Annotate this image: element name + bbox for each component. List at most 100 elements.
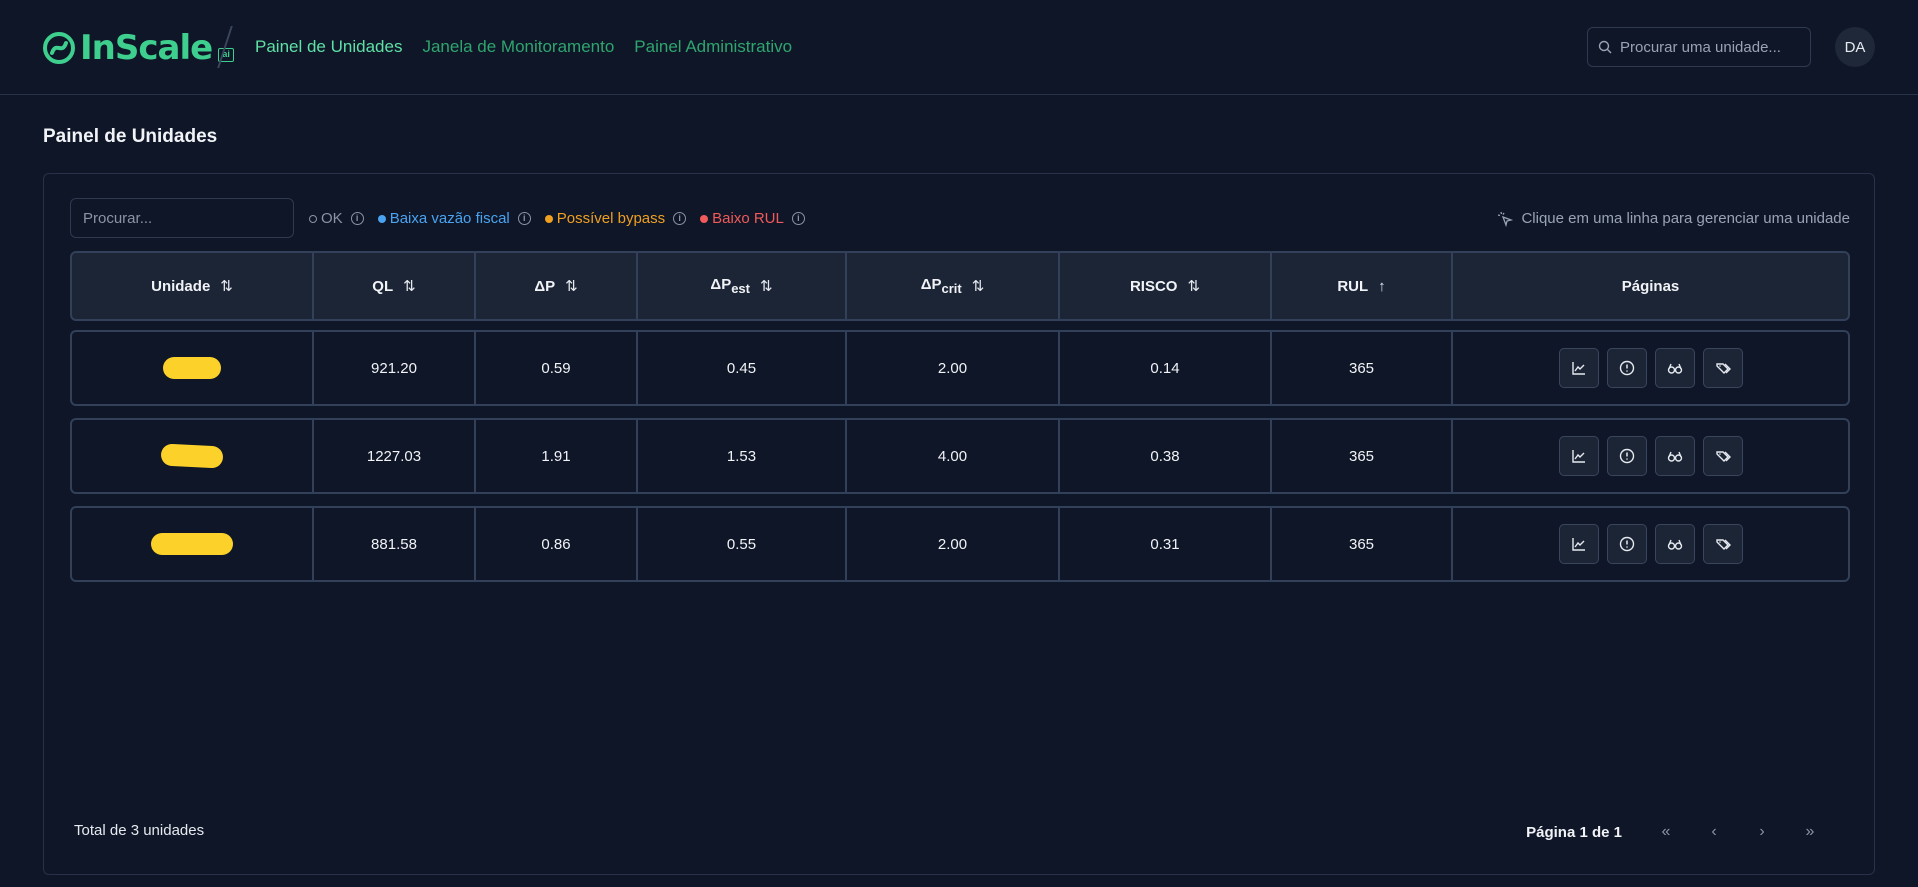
status-dot (700, 214, 709, 223)
cell-ql: 881.58 (314, 508, 476, 580)
nav-painel-administrativo[interactable]: Painel Administrativo (634, 37, 792, 57)
next-page-button[interactable]: › (1738, 816, 1786, 848)
status-dot (377, 214, 386, 223)
cell-rul: 365 (1272, 332, 1453, 404)
alert-circle-icon (1619, 360, 1634, 376)
info-icon[interactable]: i (517, 212, 531, 225)
col-label: Unidade (151, 277, 211, 295)
redacted-unit-name (160, 443, 224, 469)
col-dp-crit[interactable]: ΔPcrit ⇅ (847, 253, 1060, 319)
col-label-main: ΔP (920, 276, 942, 293)
page-title: Painel de Unidades (43, 126, 218, 147)
table-header: Unidade ⇅ QL ⇅ ΔP ⇅ ΔPest ⇅ ΔPcrit ⇅ RISCO ⇅ R… (70, 251, 1850, 321)
chart-icon (1571, 538, 1585, 551)
tags-page-button[interactable] (1702, 348, 1743, 388)
chevrons-right-icon: » (1805, 823, 1815, 840)
info-icon[interactable]: i (673, 212, 687, 225)
legend-label: Possível bypass (556, 210, 666, 227)
cell-risco: 0.14 (1060, 332, 1272, 404)
unit-search (1587, 27, 1811, 67)
cell-rul: 365 (1272, 508, 1453, 580)
glasses-icon (1667, 363, 1682, 374)
tags-icon (1715, 451, 1731, 462)
alert-page-button[interactable] (1606, 436, 1647, 476)
chevron-right-icon: › (1759, 823, 1765, 840)
glasses-icon (1667, 539, 1682, 550)
cell-ql: 921.20 (314, 332, 476, 404)
chart-page-button[interactable] (1558, 524, 1599, 564)
col-ql[interactable]: QL ⇅ (314, 253, 476, 319)
unit-search-input[interactable] (1620, 38, 1800, 56)
col-dp[interactable]: ΔP ⇅ (476, 253, 638, 319)
hint-text: Clique em uma linha para gerenciar uma u… (1521, 210, 1850, 227)
user-avatar[interactable]: DA (1835, 27, 1875, 67)
row-actions (1558, 524, 1743, 564)
brand-name: InScale (80, 28, 213, 68)
first-page-button[interactable]: « (1642, 816, 1690, 848)
search-icon (1598, 40, 1612, 54)
legend-possivel-bypass[interactable]: Possível bypass i (544, 210, 687, 227)
legend-label: Baixa vazão fiscal (389, 210, 510, 227)
alert-circle-icon (1619, 536, 1634, 552)
info-icon[interactable]: i (791, 212, 805, 225)
cell-dp-est: 1.53 (638, 420, 847, 492)
col-label: RUL (1337, 277, 1369, 295)
alert-circle-icon (1619, 448, 1634, 464)
inspect-page-button[interactable] (1654, 348, 1695, 388)
brand-logo[interactable]: InScale ai (42, 28, 235, 68)
col-label: Páginas (1621, 277, 1680, 295)
col-unidade[interactable]: Unidade ⇅ (72, 253, 314, 319)
cell-dp-est: 0.45 (638, 332, 847, 404)
sort-asc-icon: ↑ (1378, 277, 1386, 295)
table-row[interactable]: 881.58 0.86 0.55 2.00 0.31 365 (70, 506, 1850, 582)
cell-paginas (1453, 508, 1848, 580)
tags-page-button[interactable] (1702, 524, 1743, 564)
chart-page-button[interactable] (1558, 348, 1599, 388)
cell-unidade (72, 332, 314, 404)
cell-dp: 1.91 (476, 420, 638, 492)
alert-page-button[interactable] (1606, 348, 1647, 388)
nav-janela-monitoramento[interactable]: Janela de Monitoramento (422, 37, 614, 57)
sort-icon: ⇅ (565, 278, 578, 295)
cell-dp-crit: 2.00 (847, 332, 1060, 404)
cell-dp: 0.59 (476, 332, 638, 404)
col-risco[interactable]: RISCO ⇅ (1060, 253, 1272, 319)
row-click-hint: Clique em uma linha para gerenciar uma u… (1497, 210, 1850, 227)
redacted-unit-name (151, 533, 233, 555)
info-icon[interactable]: i (350, 212, 364, 225)
chart-page-button[interactable] (1558, 436, 1599, 476)
status-dot (544, 214, 553, 223)
status-legend: OK i Baixa vazão fiscal i Possível bypas… (309, 210, 805, 227)
col-dp-est[interactable]: ΔPest ⇅ (638, 253, 847, 319)
tags-icon (1715, 539, 1731, 550)
top-bar: InScale ai Painel de Unidades Janela de … (0, 0, 1918, 95)
cell-risco: 0.38 (1060, 420, 1272, 492)
legend-baixo-rul[interactable]: Baixo RUL i (700, 210, 805, 227)
table-row[interactable]: 1227.03 1.91 1.53 4.00 0.38 365 (70, 418, 1850, 494)
inspect-page-button[interactable] (1654, 524, 1695, 564)
total-count: Total de 3 unidades (74, 822, 205, 839)
tags-page-button[interactable] (1702, 436, 1743, 476)
inspect-page-button[interactable] (1654, 436, 1695, 476)
prev-page-button[interactable]: ‹ (1690, 816, 1738, 848)
legend-ok[interactable]: OK i (309, 210, 364, 227)
pagination: Página 1 de 1 « ‹ › » (1526, 816, 1834, 848)
chart-icon (1571, 362, 1585, 375)
col-label: ΔPcrit (921, 276, 962, 296)
last-page-button[interactable]: » (1786, 816, 1834, 848)
table-filter-input[interactable] (70, 198, 294, 238)
nav-painel-unidades[interactable]: Painel de Unidades (255, 37, 402, 57)
col-label: ΔP (534, 277, 556, 295)
units-card: OK i Baixa vazão fiscal i Possível bypas… (43, 173, 1875, 875)
cell-dp: 0.86 (476, 508, 638, 580)
pointer-click-icon (1498, 211, 1514, 227)
row-actions (1558, 436, 1743, 476)
table-row[interactable]: 921.20 0.59 0.45 2.00 0.14 365 (70, 330, 1850, 406)
col-rul[interactable]: RUL ↑ (1272, 253, 1453, 319)
redacted-unit-name (163, 357, 221, 379)
alert-page-button[interactable] (1606, 524, 1647, 564)
cell-dp-est: 0.55 (638, 508, 847, 580)
cell-unidade (72, 420, 314, 492)
legend-baixa-vazao[interactable]: Baixa vazão fiscal i (377, 210, 531, 227)
tags-icon (1715, 363, 1731, 374)
